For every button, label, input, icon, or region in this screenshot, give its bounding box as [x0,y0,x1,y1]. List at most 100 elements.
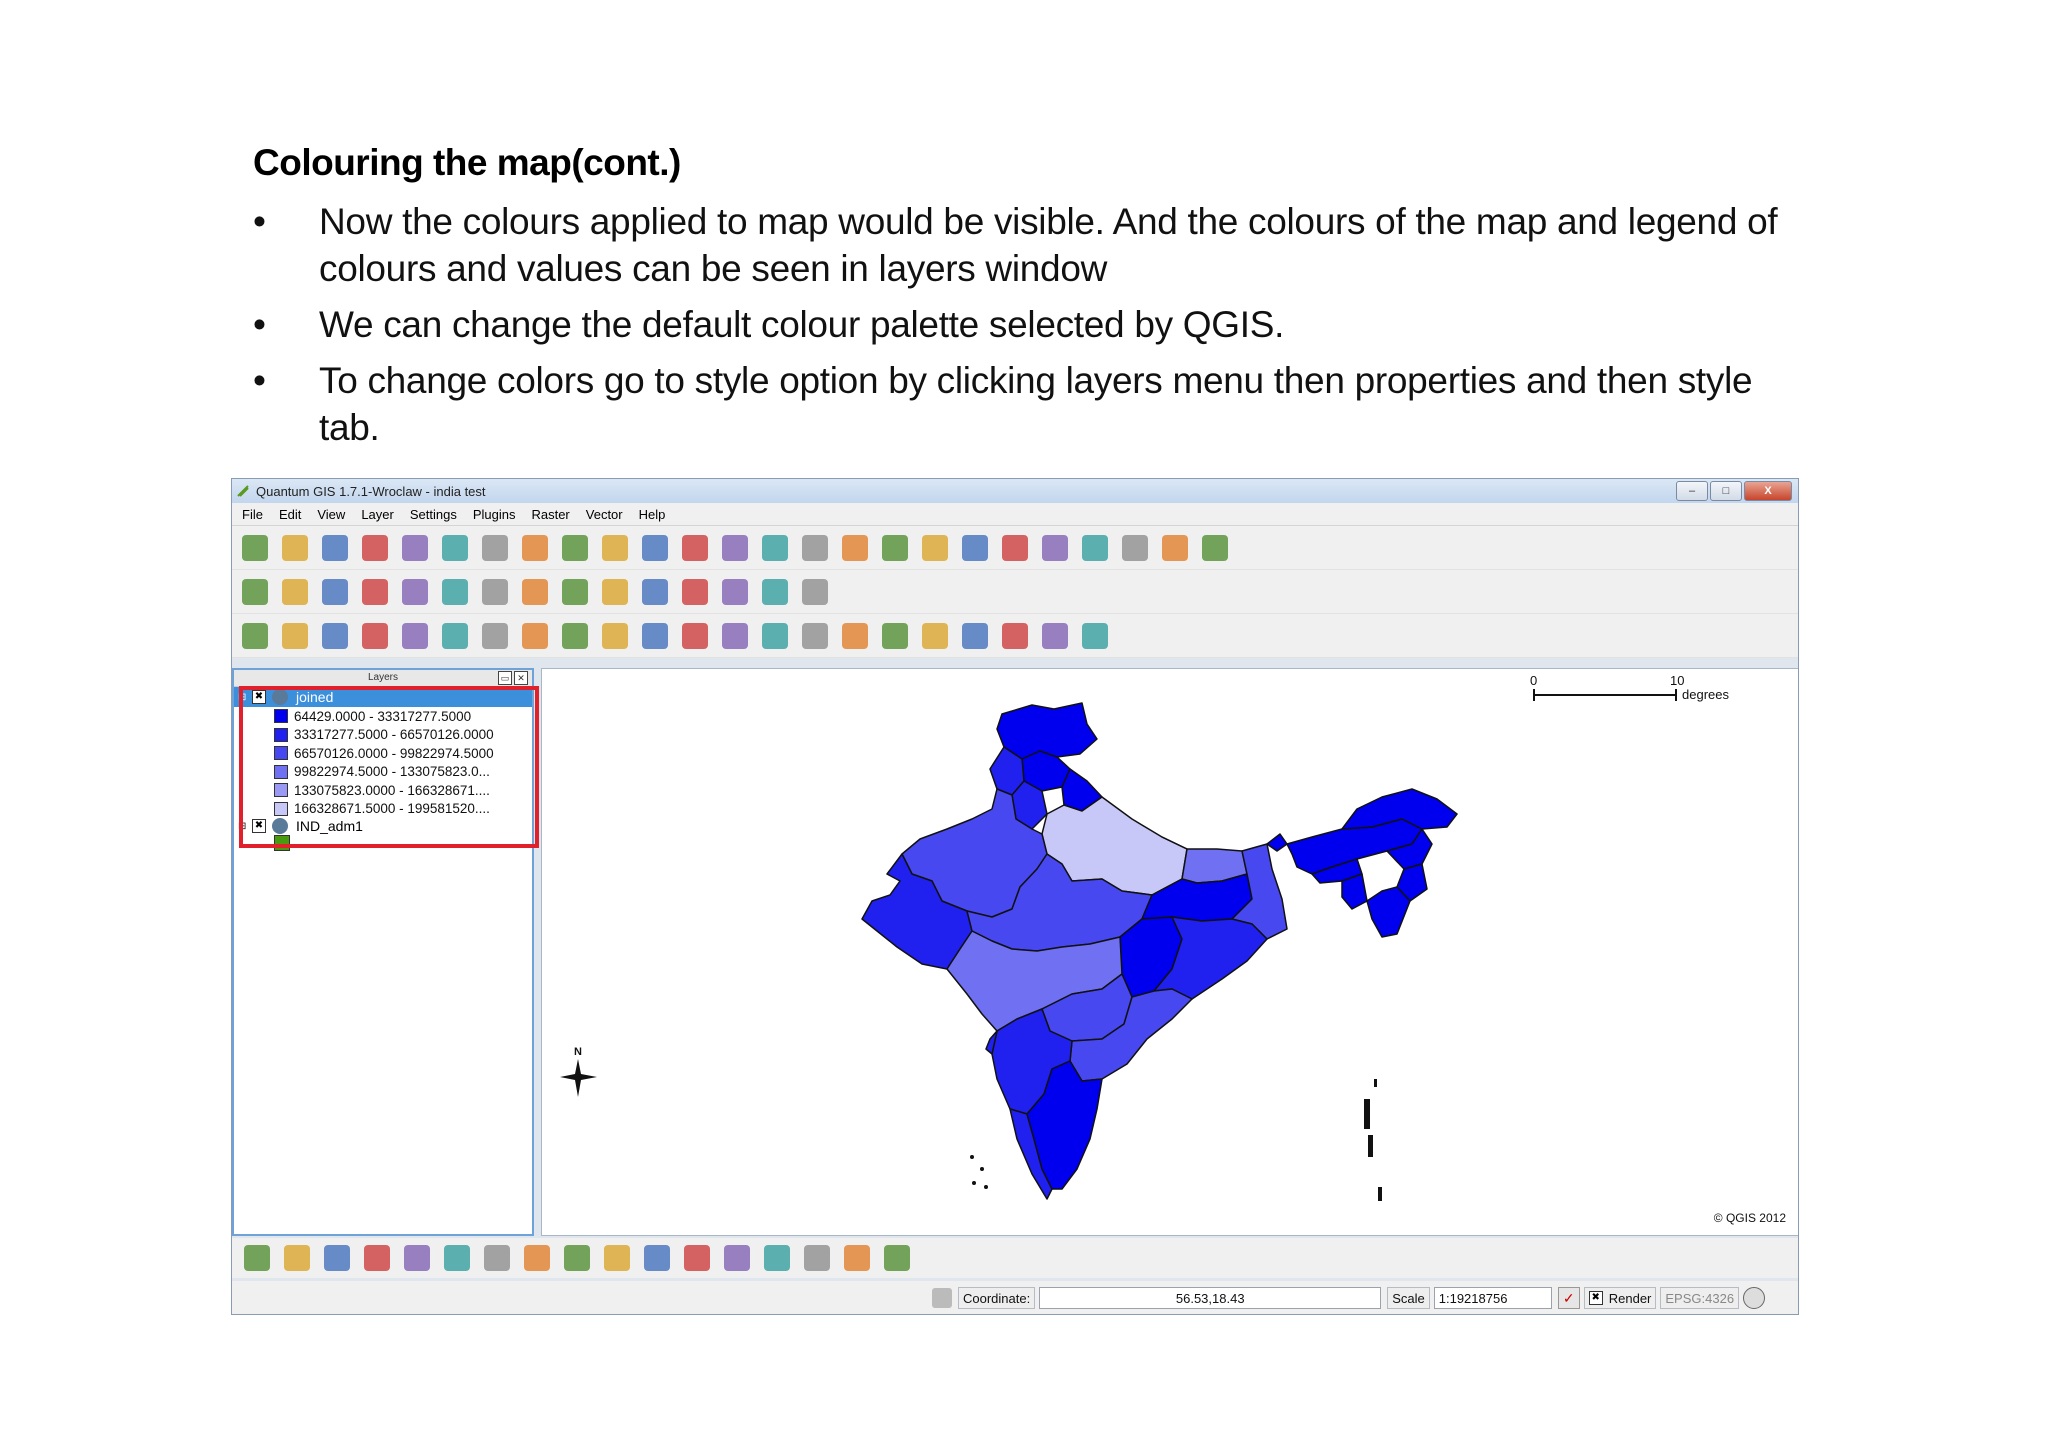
image-icon[interactable] [884,1245,910,1271]
identify-icon[interactable] [602,578,628,605]
save-project-icon[interactable] [322,534,348,561]
toggle-edit-icon[interactable] [842,534,868,561]
add-ring-icon[interactable] [362,622,388,649]
table-icon[interactable] [844,1245,870,1271]
scale-field[interactable]: 1:19218756 [1433,1287,1552,1309]
measure-icon[interactable] [682,578,708,605]
zoom-selection-icon[interactable] [442,578,468,605]
spit-icon[interactable] [764,1245,790,1271]
gps-icon[interactable] [604,1245,630,1271]
coordinate-toggle-icon[interactable] [932,1288,952,1308]
attribute-table-icon[interactable] [882,622,908,649]
move-feature-icon[interactable] [962,534,988,561]
georeferencer-icon[interactable] [364,1245,390,1271]
open-project-icon[interactable] [282,534,308,561]
layer-item-ind-adm1[interactable]: ⊟ ✖ IND_adm1 [234,818,532,834]
collapse-icon[interactable]: ⊟ [238,692,248,703]
float-panel-icon[interactable]: ▭ [498,671,512,685]
coordinate-field[interactable]: 56.53,18.43 [1039,1287,1382,1309]
copyright-icon[interactable] [244,1245,270,1271]
bookmarks-icon[interactable] [762,578,788,605]
menu-vector[interactable]: Vector [586,507,623,522]
fill-ring-icon[interactable] [442,622,468,649]
text-tool-icon[interactable] [1082,622,1108,649]
histogram-icon[interactable] [524,1245,550,1271]
close-panel-icon[interactable]: ✕ [514,671,528,685]
pin-icon[interactable] [762,622,788,649]
maximize-button[interactable]: □ [1710,481,1742,501]
print-composer-icon[interactable] [402,534,428,561]
zoom-layer-icon[interactable] [402,578,428,605]
label-icon[interactable] [722,622,748,649]
raster-calc-icon[interactable] [444,1245,470,1271]
reshape-icon[interactable] [562,622,588,649]
delete-part-icon[interactable] [522,622,548,649]
undo-icon[interactable] [242,622,268,649]
highlight-icon[interactable] [802,622,828,649]
globe-icon[interactable] [484,1245,510,1271]
menu-help[interactable]: Help [639,507,666,522]
menu-edit[interactable]: Edit [279,507,301,522]
select-icon[interactable] [642,578,668,605]
cut-features-icon[interactable] [1042,534,1068,561]
leaf-icon[interactable] [684,1245,710,1271]
add-feature-icon[interactable] [922,534,948,561]
edit-tool-icon[interactable] [644,1245,670,1271]
zoom-in-icon[interactable] [282,578,308,605]
refresh-icon[interactable] [562,578,588,605]
menu-layer[interactable]: Layer [361,507,394,522]
print-icon[interactable] [442,534,468,561]
layer-item-joined[interactable]: ⊟ ✖ joined [234,687,532,707]
map-canvas[interactable]: 0 10 degrees N © QGIS 2012 [541,668,1798,1236]
line-tool-icon[interactable] [724,1245,750,1271]
new-project-icon[interactable] [242,534,268,561]
zoom-out-icon[interactable] [322,578,348,605]
home-icon[interactable] [1002,622,1028,649]
vehicle-icon[interactable] [804,1245,830,1271]
stop-render-icon[interactable]: ✓ [1557,1287,1580,1309]
grass-icon[interactable] [284,1245,310,1271]
menu-file[interactable]: File [242,507,263,522]
minimize-button[interactable]: – [1676,481,1708,501]
split-icon[interactable] [602,622,628,649]
add-postgis-icon[interactable] [562,534,588,561]
copy-features-icon[interactable] [1082,534,1108,561]
menu-settings[interactable]: Settings [410,507,457,522]
close-button[interactable]: X [1744,481,1792,501]
paste-features-icon[interactable] [1122,534,1148,561]
simplify-icon[interactable] [322,622,348,649]
text-annotation-icon[interactable] [962,622,988,649]
title-bar[interactable]: Quantum GIS 1.7.1-Wroclaw - india test –… [232,479,1798,503]
crs-status[interactable]: EPSG:4326 [1660,1287,1740,1309]
add-part-icon[interactable] [402,622,428,649]
layer-visibility-checkbox[interactable]: ✖ [252,690,266,704]
collapse-icon[interactable]: ⊟ [238,821,248,832]
remove-layer-icon[interactable] [722,534,748,561]
render-toggle[interactable]: ✖ Render [1583,1287,1657,1309]
save-as-icon[interactable] [362,534,388,561]
add-vector-icon[interactable] [482,534,508,561]
menu-view[interactable]: View [317,507,345,522]
add-wfs-icon[interactable] [762,534,788,561]
annotation-icon[interactable] [802,578,828,605]
measure-line-icon[interactable] [922,622,948,649]
new-shapefile-icon[interactable] [682,534,708,561]
menu-plugins[interactable]: Plugins [473,507,516,522]
render-checkbox[interactable]: ✖ [1588,1291,1603,1305]
zoom-next-icon[interactable] [522,578,548,605]
add-raster-icon[interactable] [522,534,548,561]
identify-arrow-icon[interactable] [842,622,868,649]
capture-icon[interactable] [1042,622,1068,649]
coordinate-capture-icon[interactable] [404,1245,430,1271]
north-arrow-icon[interactable] [564,1245,590,1271]
add-spatialite-icon[interactable] [602,534,628,561]
delete-ring-icon[interactable] [482,622,508,649]
add-mssql-icon[interactable] [802,534,828,561]
crs-globe-icon[interactable] [1743,1287,1766,1309]
whats-this-icon[interactable] [1202,534,1228,561]
pan-icon[interactable] [242,578,268,605]
save-edits-icon[interactable] [882,534,908,561]
add-wms-icon[interactable] [642,534,668,561]
map-tips-icon[interactable] [722,578,748,605]
redo-icon[interactable] [282,622,308,649]
